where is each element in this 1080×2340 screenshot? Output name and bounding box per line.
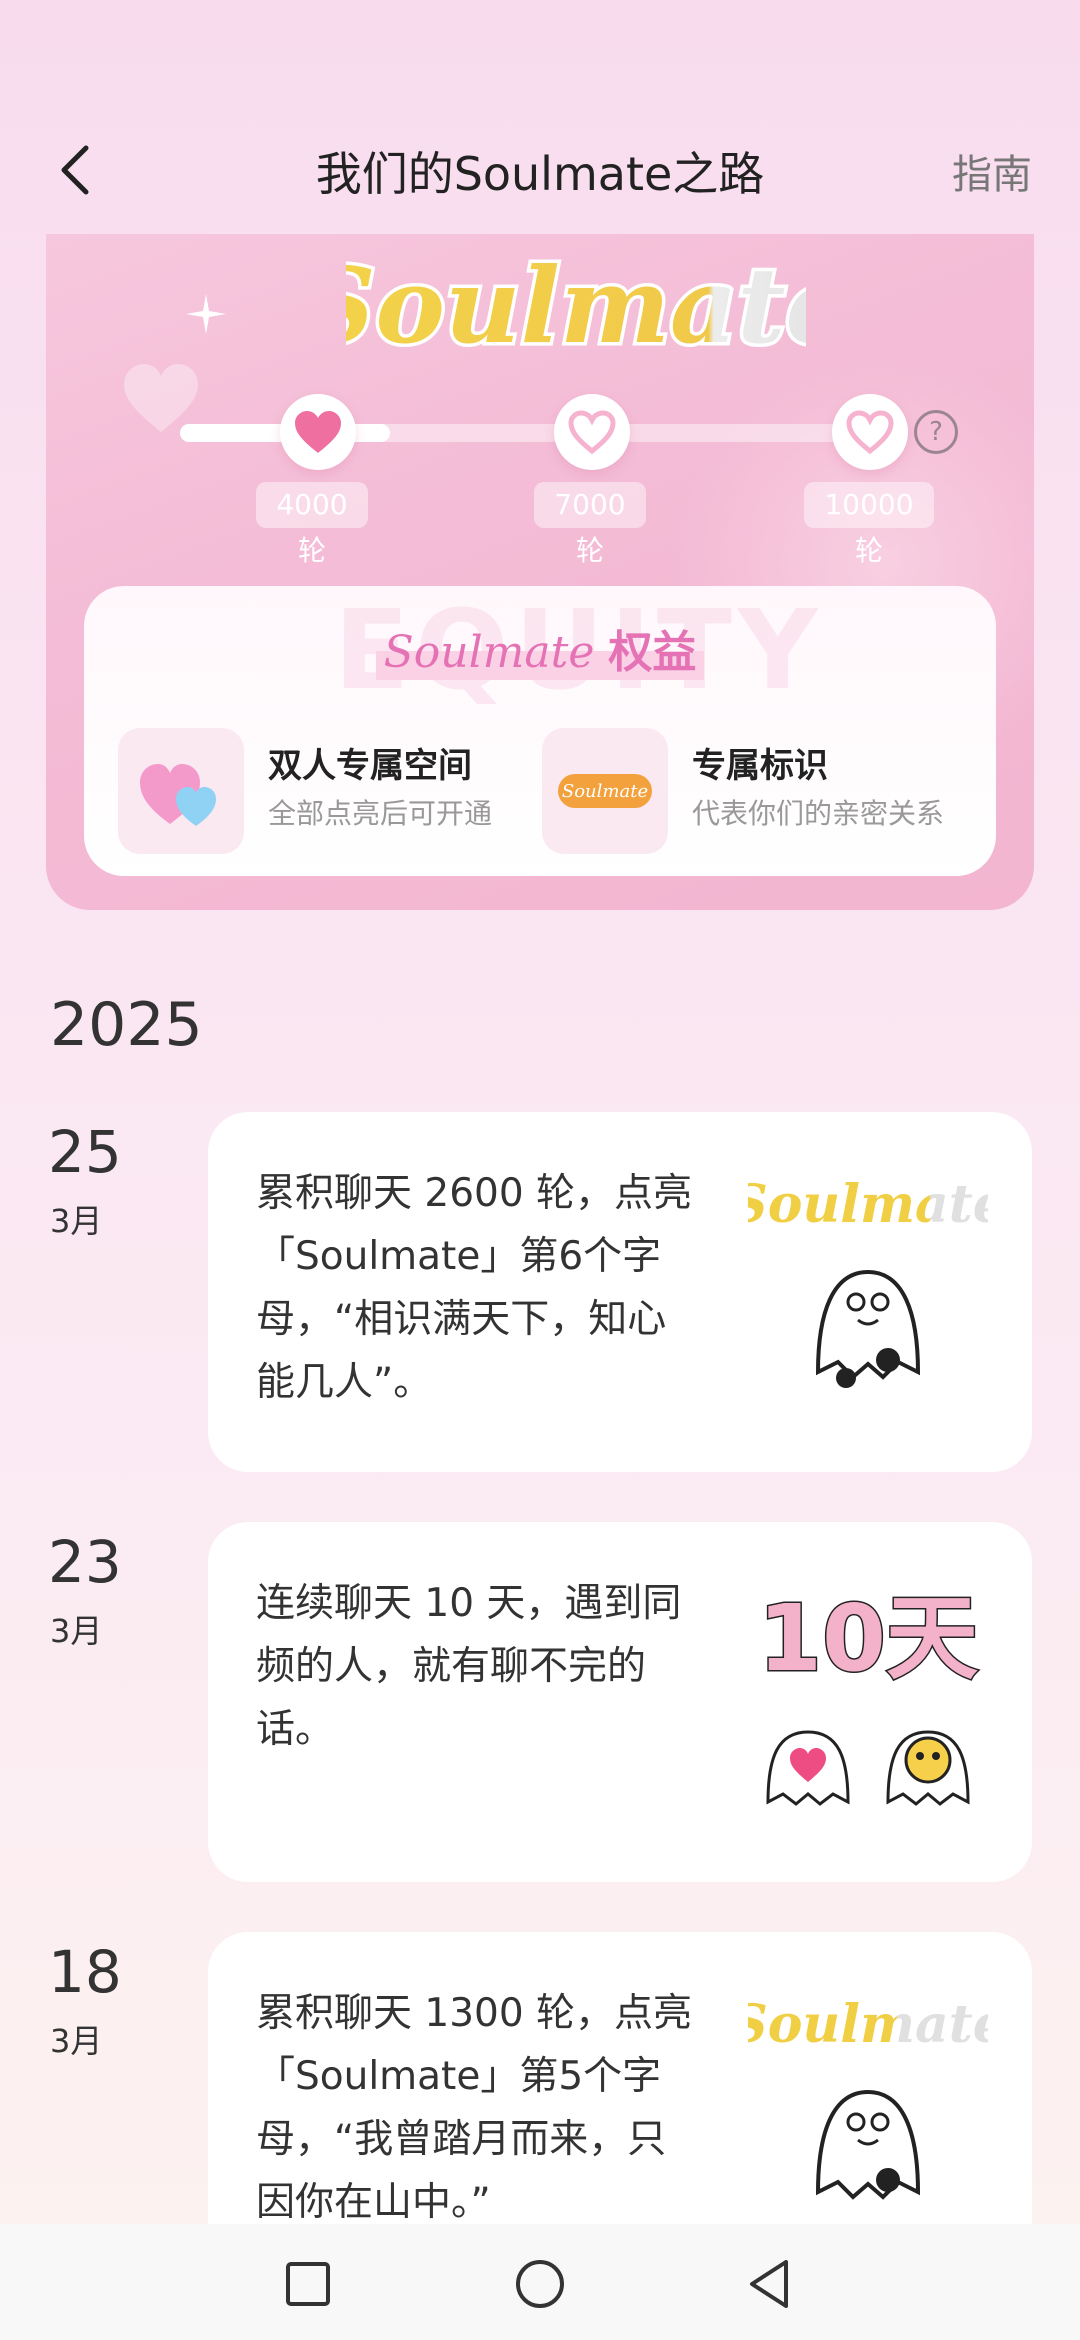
benefits-title-prefix: Soulmate [383,627,595,678]
benefit-desc: 全部点亮后可开通 [268,797,493,830]
entry-day: 25 [48,1118,122,1186]
milestone-node-1[interactable] [280,394,356,470]
page-title: 我们的Soulmate之路 [315,147,765,201]
benefit-item-badge[interactable]: Soulmate 专属标识 代表你们的亲密关系 [542,728,982,854]
entry-month: 3月 [50,2022,103,2060]
milestone-node-2[interactable] [554,394,630,470]
milestone-label-3: 10000轮 [804,482,934,567]
home-circle-icon[interactable] [512,2256,568,2312]
ten-days-ghosts-art: 10天 [756,1584,980,1806]
system-nav-bar [0,2224,1080,2340]
benefits-card: EQUITY Soulmate 权益 双人专属空间 全部点亮后可开通 Soulm… [84,586,996,876]
question-circle-icon[interactable]: ? [914,410,958,454]
badge-text: Soulmate [562,781,648,802]
recents-square-icon[interactable] [280,2256,336,2312]
milestone-node-3[interactable] [832,394,908,470]
benefit-item-couple-space[interactable]: 双人专属空间 全部点亮后可开通 [118,728,518,854]
heart-outline-icon [846,410,894,455]
benefit-name: 双人专属空间 [268,746,472,786]
soulmate-ghost-art: Soulmate [748,1174,988,1388]
benefits-title-suffix: 权益 [608,627,697,678]
logo-text: Soulmate [346,244,806,367]
entry-day: 23 [48,1528,122,1596]
soulmate-logo: Soulmate [346,242,806,371]
timeline-year: 2025 [50,990,203,1060]
top-bar: 我们的Soulmate之路 指南 [0,0,1080,236]
heart-outline-icon [568,410,616,455]
art-text: 10天 [758,1585,978,1692]
soulmate-badge-icon: Soulmate [542,728,668,854]
sparkle-icon [186,294,226,334]
entry-day: 18 [48,1938,122,2006]
art-text: Soulmate [748,1174,988,1235]
timeline-text: 累积聊天 1300 轮，点亮「Soulmate」第5个字母，“我曾踏月而来，只因… [256,1991,693,2225]
milestone-label-1: 4000轮 [256,482,368,567]
timeline-card[interactable]: 累积聊天 2600 轮，点亮「Soulmate」第6个字母，“相识满天下，知心能… [208,1112,1032,1472]
benefit-desc: 代表你们的亲密关系 [692,797,945,830]
double-heart-icon [118,728,244,854]
back-triangle-icon[interactable] [742,2256,798,2312]
guide-link[interactable]: 指南 [952,142,1032,200]
entry-month: 3月 [50,1202,103,1240]
benefit-name: 专属标识 [692,746,828,786]
soulmate-progress-panel: Soulmate ? 4000轮 7000轮 10000轮 EQUITY Sou… [46,234,1034,910]
timeline-text: 累积聊天 2600 轮，点亮「Soulmate」第6个字母，“相识满天下，知心能… [256,1171,693,1405]
timeline-card[interactable]: 连续聊天 10 天，遇到同频的人，就有聊不完的话。 10天 [208,1522,1032,1882]
heart-filled-icon [295,411,341,453]
timeline-text: 连续聊天 10 天，遇到同频的人，就有聊不完的话。 [256,1581,682,1752]
milestone-label-2: 7000轮 [534,482,646,567]
benefits-title: Soulmate 权益 [84,616,996,680]
art-text: Soulmate [748,1994,988,2055]
entry-month: 3月 [50,1612,103,1650]
soulmate-ghost-art: Soulmate [748,1994,988,2200]
